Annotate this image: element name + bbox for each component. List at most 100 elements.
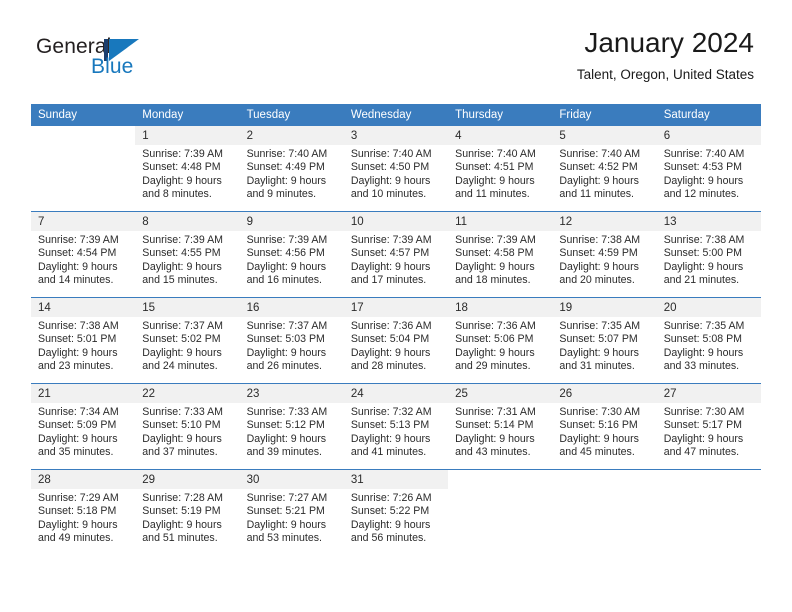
day-sunrise-text: Sunrise: 7:34 AM: [38, 406, 119, 418]
day-details-31[interactable]: Sunrise: 7:26 AM Sunset: 5:22 PM Daylight:…: [343, 489, 449, 554]
day-details-4[interactable]: Sunrise: 7:40 AM Sunset: 4:51 PM Daylight:…: [448, 145, 553, 210]
day-details-3[interactable]: Sunrise: 7:40 AM Sunset: 4:50 PM Daylight:…: [343, 145, 449, 210]
day-number-7[interactable]: 7: [31, 212, 136, 231]
day-details-22[interactable]: Sunrise: 7:33 AM Sunset: 5:10 PM Daylight:…: [135, 403, 240, 468]
day-daylight1-text: Daylight: 9 hours: [455, 432, 535, 445]
day-daylight1-text: Daylight: 9 hours: [142, 518, 222, 531]
day-details-23[interactable]: Sunrise: 7:33 AM Sunset: 5:12 PM Daylight:…: [239, 403, 344, 468]
day-details-12[interactable]: Sunrise: 7:38 AM Sunset: 4:59 PM Daylight:…: [552, 231, 657, 296]
day-details-9[interactable]: Sunrise: 7:39 AM Sunset: 4:56 PM Daylight:…: [239, 231, 344, 296]
day-number-5[interactable]: 5: [552, 126, 657, 145]
day-details-14[interactable]: Sunrise: 7:38 AM Sunset: 5:01 PM Daylight:…: [31, 317, 136, 382]
day-number-3[interactable]: 3: [343, 126, 449, 145]
day-daylight1-text: Daylight: 9 hours: [246, 432, 327, 445]
day-details-empty: [552, 489, 657, 554]
day-number-20[interactable]: 20: [656, 298, 761, 317]
day-daylight2-text: and 9 minutes.: [246, 188, 317, 201]
day-sunrise-text: Sunrise: 7:37 AM: [142, 320, 223, 332]
day-details-11[interactable]: Sunrise: 7:39 AM Sunset: 4:58 PM Daylight:…: [448, 231, 553, 296]
day-daylight1-text: Daylight: 9 hours: [455, 346, 535, 359]
day-details-24[interactable]: Sunrise: 7:32 AM Sunset: 5:13 PM Daylight:…: [343, 403, 449, 468]
day-daylight1-text: Daylight: 9 hours: [559, 346, 639, 359]
day-details-13[interactable]: Sunrise: 7:38 AM Sunset: 5:00 PM Daylight:…: [656, 231, 761, 296]
day-number-8[interactable]: 8: [135, 212, 240, 231]
day-number-18[interactable]: 18: [448, 298, 553, 317]
day-details-29[interactable]: Sunrise: 7:28 AM Sunset: 5:19 PM Daylight:…: [135, 489, 240, 554]
day-number-11[interactable]: 11: [448, 212, 553, 231]
day-daylight2-text: and 11 minutes.: [455, 188, 530, 201]
day-number-17[interactable]: 17: [343, 298, 449, 317]
location-subtitle: Talent, Oregon, United States: [576, 67, 754, 82]
day-daylight2-text: and 43 minutes.: [455, 446, 531, 459]
day-sunrise-text: Sunrise: 7:40 AM: [246, 148, 328, 160]
day-sunrise-text: Sunrise: 7:39 AM: [455, 234, 536, 246]
day-number-10[interactable]: 10: [343, 212, 449, 231]
day-number-30[interactable]: 30: [239, 470, 344, 489]
day-details-19[interactable]: Sunrise: 7:35 AM Sunset: 5:07 PM Daylight:…: [552, 317, 657, 382]
day-sunset-text: Sunset: 5:12 PM: [246, 419, 325, 432]
brand-logo[interactable]: General Blue: [36, 36, 216, 84]
day-details-6[interactable]: Sunrise: 7:40 AM Sunset: 4:53 PM Daylight:…: [656, 145, 761, 210]
day-number-31[interactable]: 31: [343, 470, 449, 489]
day-sunset-text: Sunset: 5:16 PM: [559, 419, 638, 432]
day-details-2[interactable]: Sunrise: 7:40 AM Sunset: 4:49 PM Daylight:…: [239, 145, 344, 210]
week-detail-row: Sunrise: 7:39 AM Sunset: 4:54 PM Daylight:…: [31, 231, 761, 296]
day-daylight1-text: Daylight: 9 hours: [455, 260, 535, 273]
day-number-26[interactable]: 26: [552, 384, 657, 403]
day-daylight2-text: and 17 minutes.: [350, 274, 427, 287]
day-details-10[interactable]: Sunrise: 7:39 AM Sunset: 4:57 PM Daylight:…: [343, 231, 449, 296]
day-number-6[interactable]: 6: [656, 126, 761, 145]
day-number-25[interactable]: 25: [448, 384, 553, 403]
day-details-27[interactable]: Sunrise: 7:30 AM Sunset: 5:17 PM Daylight:…: [656, 403, 761, 468]
day-details-30[interactable]: Sunrise: 7:27 AM Sunset: 5:21 PM Daylight:…: [239, 489, 344, 554]
day-number-4[interactable]: 4: [448, 126, 553, 145]
day-details-25[interactable]: Sunrise: 7:31 AM Sunset: 5:14 PM Daylight:…: [448, 403, 553, 468]
day-details-1[interactable]: Sunrise: 7:39 AM Sunset: 4:48 PM Daylight:…: [135, 145, 240, 210]
day-number-28[interactable]: 28: [31, 470, 136, 489]
day-number-29[interactable]: 29: [135, 470, 240, 489]
day-daylight2-text: and 18 minutes.: [455, 274, 531, 287]
day-number-22[interactable]: 22: [135, 384, 240, 403]
day-number-23[interactable]: 23: [239, 384, 344, 403]
day-number-1[interactable]: 1: [135, 126, 240, 145]
day-number-2[interactable]: 2: [239, 126, 344, 145]
day-number-21[interactable]: 21: [31, 384, 136, 403]
day-daylight2-text: and 31 minutes.: [559, 360, 635, 373]
day-sunset-text: Sunset: 5:00 PM: [663, 247, 743, 260]
day-details-28[interactable]: Sunrise: 7:29 AM Sunset: 5:18 PM Daylight:…: [31, 489, 136, 554]
day-daylight2-text: and 20 minutes.: [559, 274, 635, 287]
day-daylight2-text: and 24 minutes.: [142, 360, 218, 373]
day-details-8[interactable]: Sunrise: 7:39 AM Sunset: 4:55 PM Daylight:…: [135, 231, 240, 296]
day-daylight2-text: and 10 minutes.: [350, 188, 427, 201]
day-details-5[interactable]: Sunrise: 7:40 AM Sunset: 4:52 PM Daylight:…: [552, 145, 657, 210]
day-details-17[interactable]: Sunrise: 7:36 AM Sunset: 5:04 PM Daylight:…: [343, 317, 449, 382]
day-details-empty: [656, 489, 761, 554]
day-details-empty: [448, 489, 553, 554]
day-details-21[interactable]: Sunrise: 7:34 AM Sunset: 5:09 PM Daylight:…: [31, 403, 136, 468]
day-daylight2-text: and 49 minutes.: [38, 532, 114, 545]
day-number-9[interactable]: 9: [239, 212, 344, 231]
day-daylight1-text: Daylight: 9 hours: [38, 518, 118, 531]
day-details-7[interactable]: Sunrise: 7:39 AM Sunset: 4:54 PM Daylight:…: [31, 231, 136, 296]
day-number-19[interactable]: 19: [552, 298, 657, 317]
day-details-20[interactable]: Sunrise: 7:35 AM Sunset: 5:08 PM Daylight:…: [656, 317, 761, 382]
day-sunrise-text: Sunrise: 7:37 AM: [246, 320, 328, 332]
day-sunrise-text: Sunrise: 7:29 AM: [38, 492, 119, 504]
day-number-12[interactable]: 12: [552, 212, 657, 231]
day-details-15[interactable]: Sunrise: 7:37 AM Sunset: 5:02 PM Daylight:…: [135, 317, 240, 382]
day-daylight1-text: Daylight: 9 hours: [350, 432, 431, 445]
day-number-14[interactable]: 14: [31, 298, 136, 317]
day-details-26[interactable]: Sunrise: 7:30 AM Sunset: 5:16 PM Daylight:…: [552, 403, 657, 468]
day-number-27[interactable]: 27: [656, 384, 761, 403]
day-number-24[interactable]: 24: [343, 384, 449, 403]
day-details-16[interactable]: Sunrise: 7:37 AM Sunset: 5:03 PM Daylight:…: [239, 317, 344, 382]
day-daylight1-text: Daylight: 9 hours: [246, 174, 327, 187]
day-daylight1-text: Daylight: 9 hours: [38, 260, 118, 273]
day-number-13[interactable]: 13: [656, 212, 761, 231]
day-number-16[interactable]: 16: [239, 298, 344, 317]
page-header: General Blue January 2024 Talent, Oregon…: [0, 0, 792, 100]
day-sunrise-text: Sunrise: 7:33 AM: [246, 406, 328, 418]
day-number-15[interactable]: 15: [135, 298, 240, 317]
day-daylight2-text: and 33 minutes.: [663, 360, 740, 373]
day-details-18[interactable]: Sunrise: 7:36 AM Sunset: 5:06 PM Daylight:…: [448, 317, 553, 382]
